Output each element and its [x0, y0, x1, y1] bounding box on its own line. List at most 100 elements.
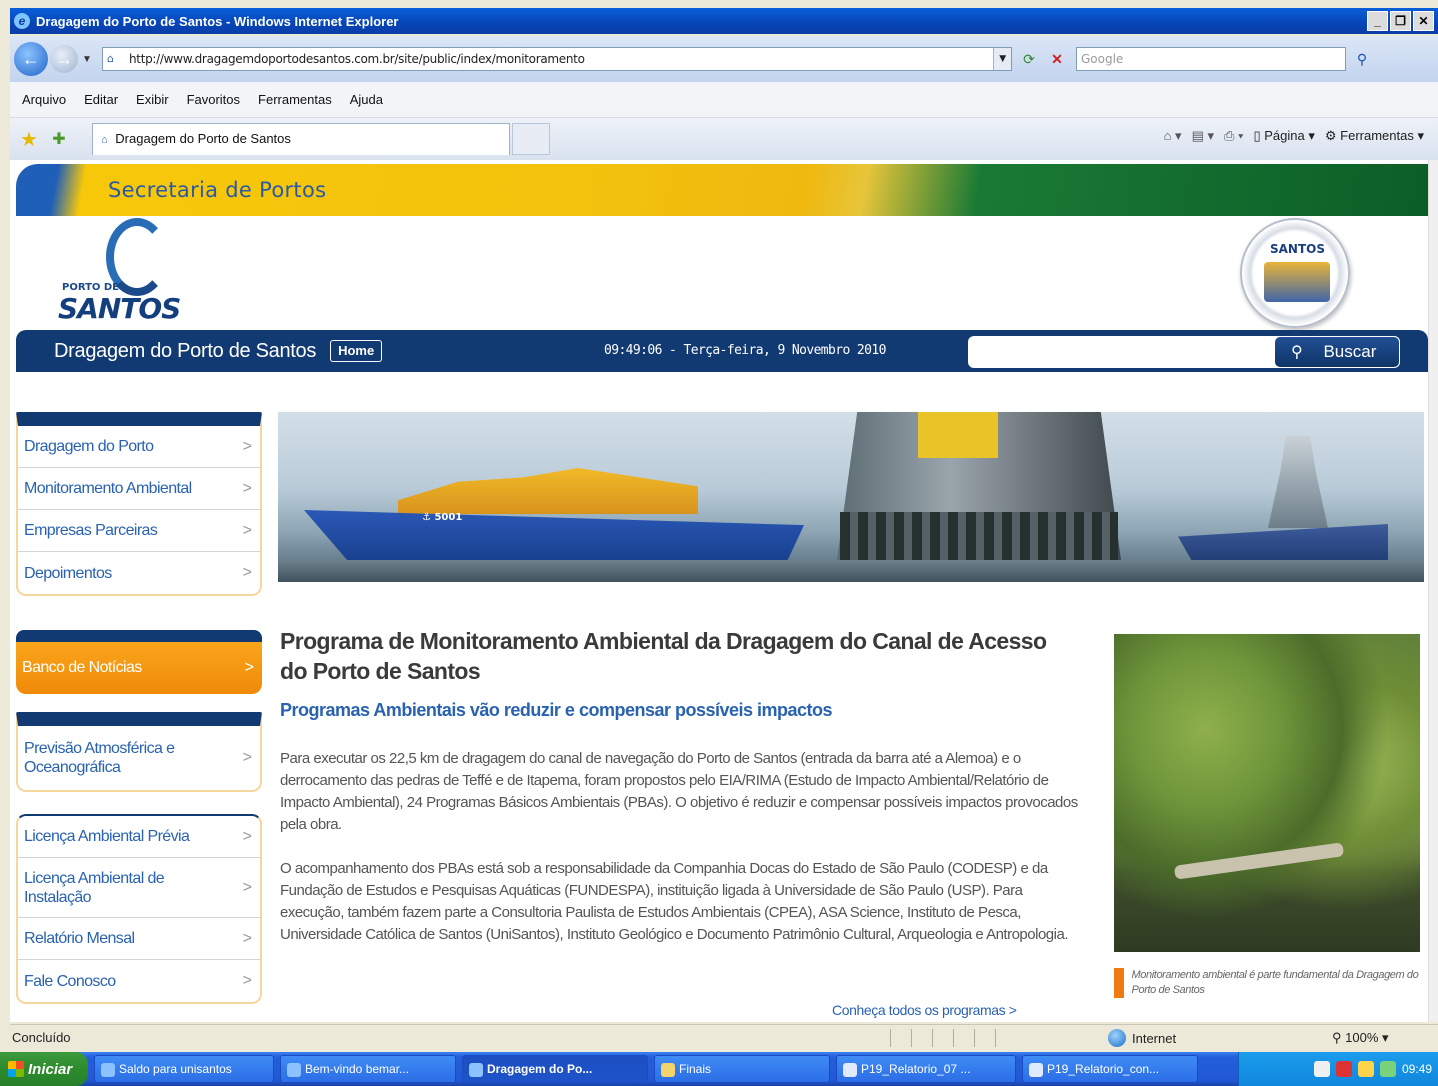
back-button[interactable]: ← — [14, 42, 48, 76]
sidebar-item-label: Relatório Mensal — [24, 930, 135, 947]
sidebar-group-previsao: Previsão Atmosférica e Oceanográfica > — [16, 712, 262, 792]
seal-text: SANTOS — [1270, 242, 1326, 256]
sidebar-item-empresas[interactable]: Empresas Parceiras > — [18, 510, 260, 552]
chevron-right-icon: > — [242, 564, 252, 581]
home-icon[interactable]: ⌂ ▾ — [1164, 128, 1182, 144]
caption-text: Monitoramento ambiental é parte fundamen… — [1131, 969, 1419, 996]
address-bar[interactable]: ⌂ http://www.dragagemdoportodesantos.com… — [102, 47, 1012, 71]
sidebar-item-licenca-instalacao[interactable]: Licença Ambiental de Instalação > — [18, 858, 260, 918]
menu-favoritos[interactable]: Favoritos — [187, 92, 240, 107]
porto-santos-logo[interactable]: PORTO DE SANTOS — [54, 216, 184, 328]
taskbar-item[interactable]: P19_Relatorio_con... — [1022, 1055, 1198, 1083]
taskbar-item[interactable]: P19_Relatorio_07 ... — [836, 1055, 1016, 1083]
sidebar-item-depoimentos[interactable]: Depoimentos > — [18, 552, 260, 594]
caption-marker — [1114, 968, 1124, 998]
sidebar-group-licencas: Licença Ambiental Prévia > Licença Ambie… — [16, 814, 262, 1004]
menu-editar[interactable]: Editar — [84, 92, 118, 107]
search-icon[interactable]: ⚲ — [1350, 47, 1374, 71]
add-favorite-icon[interactable]: ✚ — [46, 129, 72, 149]
page-viewport: Secretaria de Portos PORTO DE SANTOS SAN… — [10, 160, 1428, 1022]
tools-menu-label: Ferramentas — [1340, 128, 1414, 143]
tray-icon[interactable] — [1357, 1061, 1374, 1077]
ie-icon: e — [14, 13, 30, 29]
chevron-right-icon: > — [242, 972, 252, 989]
sidebar-item-dragagem[interactable]: Dragagem do Porto > — [18, 426, 260, 468]
secretaria-title: Secretaria de Portos — [108, 178, 327, 202]
tab-label: Dragagem do Porto de Santos — [115, 131, 291, 146]
tools-menu[interactable]: ⚙ Ferramentas ▾ — [1325, 128, 1424, 144]
tray-icon[interactable] — [1379, 1061, 1396, 1077]
stop-icon[interactable]: ✕ — [1046, 48, 1068, 70]
favorites-star-icon[interactable]: ★ — [16, 127, 42, 152]
window-controls: _ ❐ ✕ — [1367, 11, 1434, 31]
article-paragraph: Para executar os 22,5 km de dragagem do … — [280, 750, 1078, 833]
tray-icon[interactable] — [1335, 1061, 1352, 1077]
ie-task-icon — [469, 1062, 483, 1077]
buscar-button[interactable]: ⚲ Buscar — [1274, 336, 1400, 368]
taskbar-item[interactable]: Bem-vindo bemar... — [280, 1055, 456, 1083]
search-input[interactable]: Google — [1076, 47, 1346, 71]
taskbar-item-active[interactable]: Dragagem do Po... — [462, 1055, 648, 1083]
sidebar-item-previsao[interactable]: Previsão Atmosférica e Oceanográfica > — [18, 726, 260, 790]
sidebar-item-monitoramento[interactable]: Monitoramento Ambiental > — [18, 468, 260, 510]
browser-window: e Dragagem do Porto de Santos - Windows … — [0, 0, 1438, 1086]
site-title: Dragagem do Porto de Santos — [54, 339, 317, 362]
zone-label: Internet — [1132, 1030, 1177, 1046]
start-button[interactable]: Iniciar — [0, 1052, 88, 1086]
sidebar-item-label: Fale Conosco — [24, 972, 116, 990]
menu-ferramentas[interactable]: Ferramentas — [258, 92, 332, 107]
task-label: P19_Relatorio_con... — [1047, 1062, 1160, 1076]
task-label: Bem-vindo bemar... — [305, 1062, 410, 1076]
menu-bar: Arquivo Editar Exibir Favoritos Ferramen… — [10, 82, 1438, 118]
page-menu-label: Página — [1264, 128, 1305, 143]
chevron-right-icon: > — [242, 437, 252, 455]
refresh-icon[interactable]: ⟳ — [1018, 48, 1040, 70]
sidebar-item-licenca-previa[interactable]: Licença Ambiental Prévia > — [18, 816, 260, 858]
minimize-button[interactable]: _ — [1367, 11, 1388, 31]
sidebar-group-main: Dragagem do Porto > Monitoramento Ambien… — [16, 412, 262, 596]
feeds-icon[interactable]: ▤ ▾ — [1192, 128, 1214, 144]
tab-dragagem[interactable]: ⌂ Dragagem do Porto de Santos — [92, 123, 510, 155]
task-label: Saldo para unisantos — [119, 1062, 232, 1076]
sidebar-item-banco-noticias[interactable]: Banco de Notícias > — [16, 630, 262, 694]
chevron-right-icon: > — [242, 878, 252, 896]
secretaria-banner: Secretaria de Portos — [16, 164, 1428, 216]
status-separators — [890, 1029, 996, 1047]
maximize-button[interactable]: ❐ — [1390, 11, 1411, 31]
print-icon[interactable]: ⎙ ▾ — [1224, 128, 1243, 144]
chevron-right-icon: > — [242, 827, 252, 845]
article-body: Para executar os 22,5 km de dragagem do … — [280, 748, 1080, 968]
site-nav-bar: Dragagem do Porto de Santos Home 09:49:0… — [16, 330, 1428, 372]
tray-icon[interactable] — [1313, 1061, 1330, 1077]
security-zone[interactable]: Internet — [1108, 1029, 1176, 1047]
home-button[interactable]: Home — [330, 340, 383, 362]
zoom-level[interactable]: ⚲ 100% ▾ — [1332, 1030, 1389, 1046]
photo-caption: Monitoramento ambiental é parte fundamen… — [1114, 968, 1420, 1004]
new-tab-button[interactable] — [512, 123, 550, 155]
folder-icon — [661, 1062, 675, 1077]
menu-arquivo[interactable]: Arquivo — [22, 92, 66, 107]
taskbar-item[interactable]: Finais — [654, 1055, 830, 1083]
menu-ajuda[interactable]: Ajuda — [350, 92, 383, 107]
command-bar: ⌂ ▾ ▤ ▾ ⎙ ▾ ▯ Página ▾ ⚙ Ferramentas ▾ — [1164, 128, 1424, 144]
vertical-scrollbar[interactable] — [1428, 160, 1438, 1022]
ship-tower — [1268, 436, 1328, 528]
taskbar-item[interactable]: Saldo para unisantos — [94, 1055, 274, 1083]
address-dropdown[interactable]: ▼ — [993, 48, 1011, 70]
sidebar-item-label: Depoimentos — [24, 564, 112, 582]
close-button[interactable]: ✕ — [1413, 11, 1434, 31]
history-dropdown[interactable]: ▼ — [80, 54, 94, 65]
menu-exibir[interactable]: Exibir — [136, 92, 169, 107]
forward-button[interactable]: → — [50, 45, 78, 73]
page-menu[interactable]: ▯ Página ▾ — [1253, 128, 1314, 144]
window-title: Dragagem do Porto de Santos - Windows In… — [36, 13, 399, 29]
sidebar-item-relatorio[interactable]: Relatório Mensal > — [18, 918, 260, 960]
sidebar-item-fale-conosco[interactable]: Fale Conosco > — [18, 960, 260, 1002]
clock: 09:49 — [1401, 1062, 1432, 1076]
ship-name: ⚓ 5001 — [422, 512, 463, 523]
water — [278, 560, 1424, 582]
chevron-right-icon: > — [242, 521, 252, 539]
windows-flag-icon — [8, 1061, 24, 1077]
taskbar: Iniciar Saldo para unisantos Bem-vindo b… — [0, 1052, 1438, 1086]
all-programs-link[interactable]: Conheça todos os programas > — [832, 1002, 1017, 1018]
